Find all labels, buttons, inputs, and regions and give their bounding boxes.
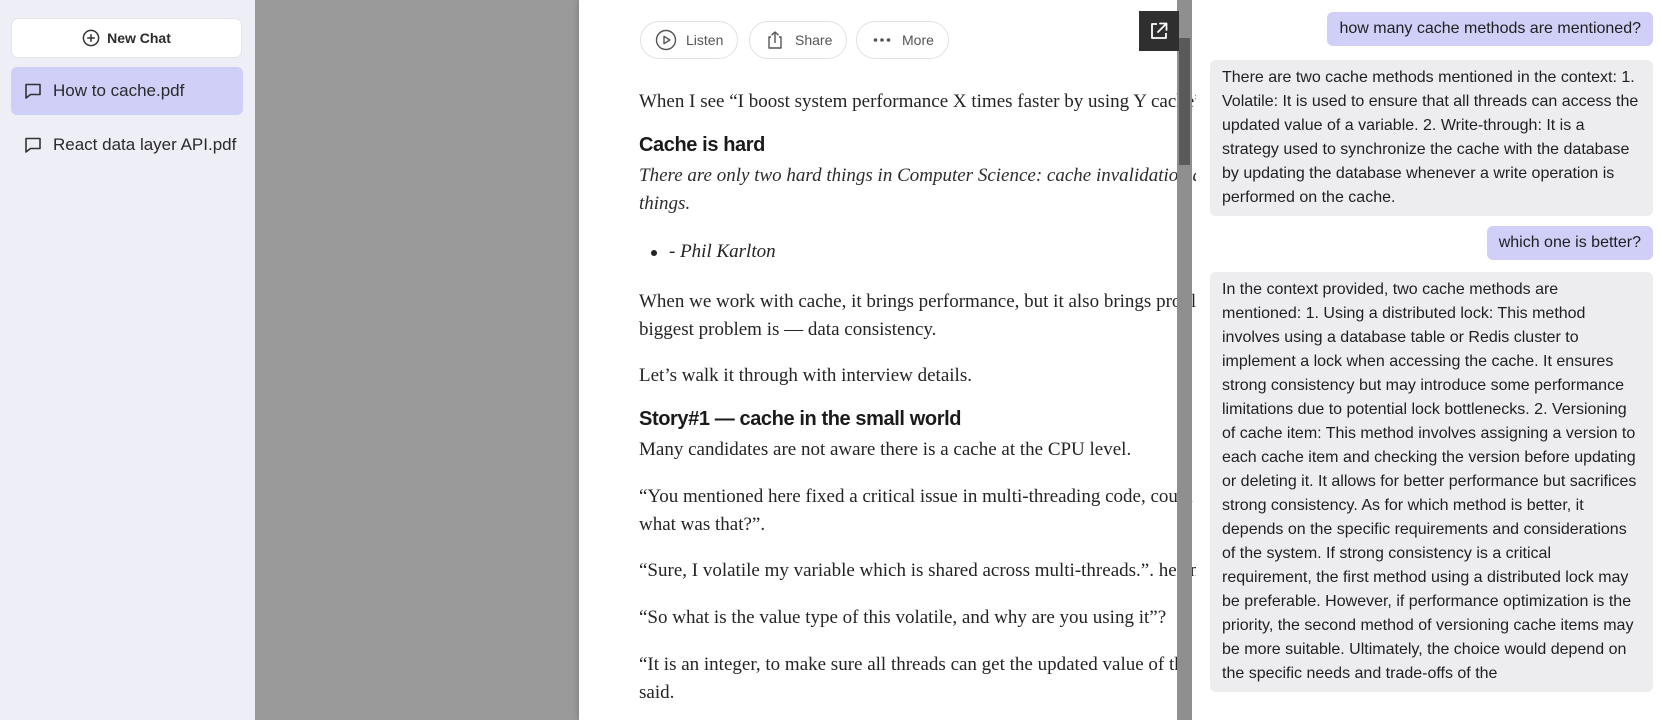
chat-bubble-icon [23, 135, 43, 155]
sidebar-item-label: How to cache.pdf [53, 81, 185, 100]
sidebar-item-label: React data layer API.pdf [53, 135, 237, 154]
sidebar-item-how-to-cache[interactable]: How to cache.pdf [11, 67, 243, 115]
quote-author: - Phil Karlton [651, 238, 776, 266]
user-message: which one is better? [1486, 226, 1653, 260]
popout-button[interactable] [1139, 11, 1179, 51]
viewer-scrollbar-thumb[interactable] [1179, 38, 1190, 165]
more-button[interactable]: More [856, 21, 949, 59]
plus-circle-icon [82, 29, 100, 47]
share-icon [764, 29, 786, 51]
new-chat-button[interactable]: New Chat [11, 18, 242, 58]
more-label: More [902, 32, 934, 48]
assistant-message: In the context provided, two cache metho… [1210, 272, 1653, 692]
play-circle-icon [655, 29, 677, 51]
assistant-message: There are two cache methods mentioned in… [1210, 60, 1653, 216]
chat-panel: how many cache methods are mentioned? Th… [1196, 0, 1663, 720]
share-button[interactable]: Share [749, 21, 848, 59]
sidebar-item-react-data-layer[interactable]: React data layer API.pdf [11, 121, 243, 169]
listen-button[interactable]: Listen [640, 21, 739, 59]
listen-label: Listen [686, 32, 724, 48]
external-link-icon [1148, 20, 1170, 42]
more-dots-icon [871, 29, 893, 51]
chat-bubble-icon [23, 81, 43, 101]
user-message: how many cache methods are mentioned? [1327, 12, 1653, 46]
pdf-viewer: Listen Share More When I see “I boost sy… [255, 0, 1379, 720]
new-chat-label: New Chat [107, 30, 171, 46]
quote-author-list: - Phil Karlton [651, 238, 776, 266]
sidebar: New Chat How to cache.pdf React data lay… [0, 0, 255, 720]
share-label: Share [795, 32, 833, 48]
